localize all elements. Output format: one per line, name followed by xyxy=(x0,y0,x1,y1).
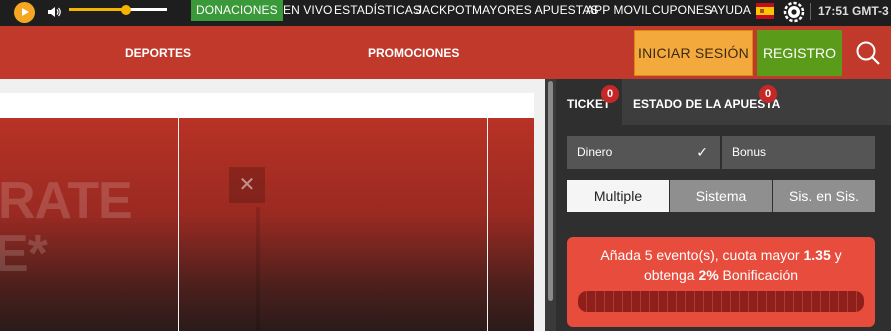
top-bar: DONACIONES EN VIVO ESTADÍSTICAS JACKPOT … xyxy=(0,0,891,26)
scrollbar-thumb[interactable] xyxy=(548,81,553,301)
volume-fill xyxy=(69,8,126,11)
bonus-promo-box: Añada 5 evento(s), cuota mayor 1.35 y ob… xyxy=(567,237,875,327)
banner-text: E* xyxy=(0,225,48,283)
link-deportes[interactable]: DEPORTES xyxy=(125,46,191,60)
divider xyxy=(810,3,811,20)
volume-slider[interactable] xyxy=(69,5,167,15)
close-icon[interactable]: ✕ xyxy=(229,167,265,203)
mode-multiple[interactable]: Multiple xyxy=(567,180,669,212)
bonus-progress-bar xyxy=(578,291,864,312)
login-button[interactable]: INICIAR SESIÓN xyxy=(634,30,753,76)
link-promociones[interactable]: PROMOCIONES xyxy=(368,46,459,60)
bet-slip-tabs: TICKET 0 ESTADO DE LA APUESTA 0 xyxy=(556,79,891,125)
bonus-option[interactable]: Bonus xyxy=(722,136,875,169)
nav-app-movil[interactable]: APP MOVIL xyxy=(586,0,651,21)
nav-en-vivo[interactable]: EN VIVO xyxy=(283,0,332,21)
nav-cupones[interactable]: CUPONES xyxy=(652,0,712,21)
main-content: RATE E* ✕ xyxy=(0,79,545,331)
clock: 17:51 GMT-3 xyxy=(818,4,889,18)
tab-bet-status-label: ESTADO DE LA APUESTA xyxy=(633,97,781,111)
bonus-promo-line2: obtenga 2% Bonificación xyxy=(643,267,799,283)
spain-flag-icon[interactable] xyxy=(756,3,774,19)
tab-bet-status[interactable]: ESTADO DE LA APUESTA xyxy=(633,79,780,125)
volume-icon[interactable] xyxy=(46,4,62,20)
banner-shadow-bar xyxy=(256,207,260,331)
nav-ayuda[interactable]: AYUDA xyxy=(710,0,751,21)
gear-icon[interactable] xyxy=(783,1,805,23)
banner-divider xyxy=(487,118,488,331)
volume-knob[interactable] xyxy=(120,5,131,15)
mode-sis-en-sis[interactable]: Sis. en Sis. xyxy=(773,180,875,212)
ticket-count-badge: 0 xyxy=(601,85,619,103)
nav-donaciones[interactable]: DONACIONES xyxy=(191,0,283,21)
banner-text: RATE xyxy=(0,172,133,230)
bet-slip: TICKET 0 ESTADO DE LA APUESTA 0 Dinero ✓… xyxy=(556,79,891,331)
nav-estadisticas[interactable]: ESTADÍSTICAS xyxy=(334,0,421,21)
nav-jackpot[interactable]: JACKPOT xyxy=(416,0,472,21)
banner-divider xyxy=(178,118,179,331)
bonus-option-label: Bonus xyxy=(732,145,767,159)
bonus-promo-line1: Añada 5 evento(s), cuota mayor 1.35 y xyxy=(600,247,842,263)
mode-sistema[interactable]: Sistema xyxy=(670,180,772,212)
register-button[interactable]: REGISTRO xyxy=(757,30,842,76)
check-icon: ✓ xyxy=(696,144,708,160)
main-header: DEPORTES PROMOCIONES INICIAR SESIÓN REGI… xyxy=(0,26,891,79)
money-option-label: Dinero xyxy=(577,145,613,159)
bet-status-count-badge: 0 xyxy=(759,85,777,103)
play-button[interactable] xyxy=(14,2,35,23)
money-option[interactable]: Dinero ✓ xyxy=(567,136,720,169)
nav-mayores-apuestas[interactable]: MAYORES APUESTAS xyxy=(472,0,599,21)
scrollbar[interactable] xyxy=(545,79,556,331)
search-icon[interactable] xyxy=(854,39,882,67)
